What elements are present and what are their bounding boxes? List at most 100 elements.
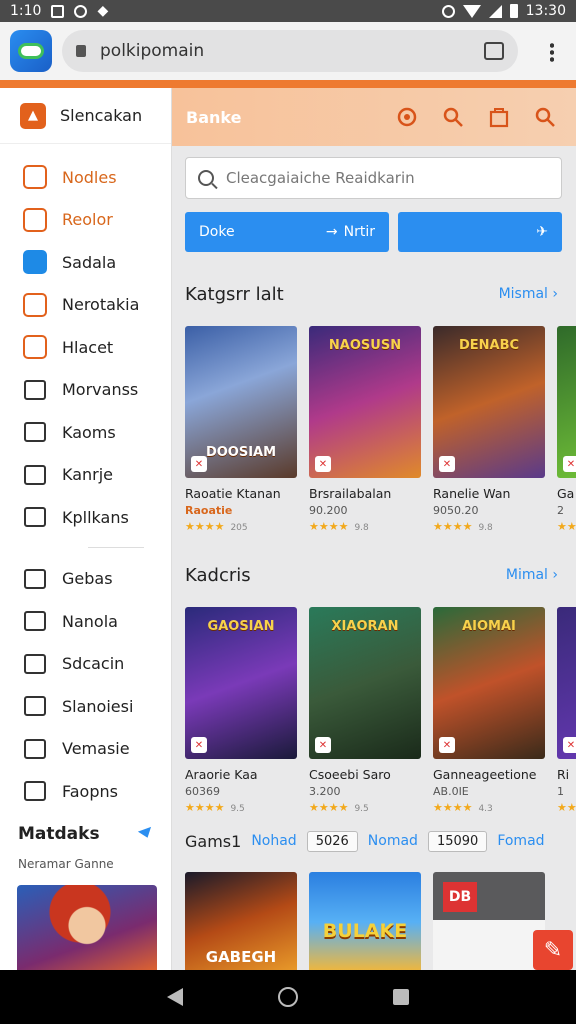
sidebar: ▲ Slencakan Nodles Reolor Sadala Nerotakia H… — [0, 88, 172, 970]
url-bar[interactable]: polkipomain — [62, 30, 518, 72]
sidebar-item-2[interactable]: Nanola — [0, 600, 171, 643]
see-more-link[interactable]: Mimal › — [506, 567, 558, 583]
sidebar-item-3[interactable]: Sdcacin — [0, 643, 171, 686]
home-icon[interactable] — [277, 987, 298, 1007]
game-card[interactable]: GAOSIAN ✕ Araorie Kaa 60369 ★★★★ 9.5 — [185, 607, 297, 814]
sidebar-item-9[interactable]: Kpllkans — [0, 496, 171, 539]
primary-action-button[interactable]: Doke → Nrtir — [185, 212, 389, 252]
publisher-badge-icon: ✕ — [563, 737, 576, 753]
filter-link-1[interactable]: Nohad — [251, 833, 296, 849]
tab-switcher-icon[interactable] — [484, 42, 504, 60]
game-thumbnail[interactable]: DENABC ✕ — [433, 326, 545, 478]
clock-left: 1:10 — [10, 3, 42, 19]
sidebar-item-7[interactable]: Kaoms — [0, 411, 171, 454]
tag-icon — [22, 207, 48, 233]
game-title: Ri — [557, 767, 570, 782]
publisher-badge-icon: ✕ — [439, 737, 455, 753]
count-box-2[interactable]: 15090 — [427, 830, 488, 852]
game-card[interactable]: XIAORAN ✕ Csoeebi Saro 3.200 ★★★★ 9.5 — [309, 607, 421, 814]
chart-icon — [22, 292, 48, 318]
game-thumbnail[interactable]: NAOSUSN ✕ — [309, 326, 421, 478]
sync-icon — [74, 4, 88, 18]
sidebar-header[interactable]: ▲ Slencakan — [0, 88, 171, 144]
refresh-icon[interactable] — [396, 106, 418, 128]
game-meta: AB.0IE — [433, 785, 469, 798]
section-featured: Katgsrr lalt Mismal › DOOSIAM ✕ Raoatie Kt… — [185, 280, 576, 566]
game-card[interactable]: DENABC ✕ Ranelie Wan 9050.20 ★★★★ 9.8 — [433, 326, 545, 533]
game-logo: DB — [443, 882, 477, 912]
sidebar-item-4[interactable]: Nerotakia — [0, 284, 171, 327]
game-card[interactable]: DOOSIAM ✕ Raoatie Ktanan Raoatie ★★★★ 205 — [185, 326, 297, 533]
filter-link-3[interactable]: Fomad — [497, 833, 544, 849]
rating-count: 9.5 — [230, 804, 245, 814]
game-card[interactable]: ✕ Ga 2 ★★ — [557, 326, 576, 533]
rating-stars: ★★ — [557, 520, 576, 533]
sidebar-item-1[interactable]: Gebas — [0, 558, 171, 601]
search-icon[interactable] — [442, 106, 464, 128]
game-logo: AIOMAI — [462, 619, 516, 634]
game-title: Ranelie Wan — [433, 486, 511, 501]
sidebar-section-header[interactable]: Matdaks — [0, 817, 171, 851]
game-thumbnail[interactable]: ✕ — [557, 326, 576, 478]
game-card[interactable]: ✕ Ri 1 ★★ — [557, 607, 576, 814]
floating-action-icon[interactable]: ✎ — [533, 930, 573, 970]
shopping-bag-icon[interactable] — [488, 106, 510, 128]
rating-stars: ★★★★ 9.8 — [309, 520, 369, 533]
send-icon[interactable] — [137, 826, 155, 841]
game-meta: 1 — [557, 785, 564, 798]
sidebar-item-4[interactable]: Slanoiesi — [0, 685, 171, 728]
game-thumbnail[interactable]: XIAORAN ✕ — [309, 607, 421, 759]
search-input[interactable]: Cleacgaiaiche Reaidkarin — [185, 157, 562, 199]
clock-right: 13:30 — [525, 3, 566, 19]
signal-icon — [488, 4, 502, 18]
url-text: polkipomain — [100, 41, 205, 61]
sidebar-item-6[interactable]: Morvanss — [0, 369, 171, 412]
main-header-title: Banke — [186, 107, 242, 127]
sidebar-item-2[interactable]: Reolor — [0, 199, 171, 242]
sidebar-item-5[interactable]: Vemasie — [0, 728, 171, 771]
rating-stars: ★★ — [557, 801, 576, 814]
sidebar-item-label: Kanrje — [62, 465, 114, 485]
game-thumbnail[interactable]: BULAKE — [309, 872, 421, 972]
game-logo: XIAORAN — [331, 619, 399, 634]
sidebar-section-title: Matdaks — [18, 823, 100, 844]
primary-action-label: Doke — [199, 224, 235, 240]
game-meta: 60369 — [185, 785, 220, 798]
app-logo-icon[interactable] — [10, 30, 52, 72]
game-thumbnail[interactable]: DB — [433, 872, 545, 972]
game-meta: 3.200 — [309, 785, 341, 798]
see-more-link[interactable]: Mismal › — [499, 286, 558, 302]
plane-icon: ✈ — [536, 224, 548, 240]
more-options-icon[interactable] — [550, 42, 554, 62]
game-meta: Raoatie — [185, 504, 233, 517]
search-alt-icon[interactable] — [534, 106, 556, 128]
sidebar-item-label: Sdcacin — [62, 654, 125, 674]
game-thumbnail[interactable]: GABEGH — [185, 872, 297, 972]
game-thumbnail[interactable]: DOOSIAM ✕ — [185, 326, 297, 478]
sidebar-item-3[interactable]: Sadala — [0, 241, 171, 284]
filter-link-2[interactable]: Nomad — [368, 833, 418, 849]
arrow-right-icon: → — [325, 224, 338, 240]
sidebar-item-1[interactable]: Nodles — [0, 156, 171, 199]
game-card[interactable]: NAOSUSN ✕ Brsrailabalan 90.200 ★★★★ 9.8 — [309, 326, 421, 533]
game-thumbnail[interactable]: GAOSIAN ✕ — [185, 607, 297, 759]
compass-icon — [22, 249, 48, 275]
sidebar-divider — [88, 546, 144, 548]
game-thumbnail[interactable]: ✕ — [557, 607, 576, 759]
game-thumbnail[interactable]: AIOMAI ✕ — [433, 607, 545, 759]
sidebar-item-5[interactable]: Hlacet — [0, 326, 171, 369]
recent-apps-icon[interactable] — [392, 989, 409, 1005]
wifi-icon — [462, 4, 481, 18]
back-icon[interactable] — [167, 988, 184, 1006]
system-nav-bar — [0, 970, 576, 1024]
game-card[interactable]: AIOMAI ✕ Ganneageetione AB.0IE ★★★★ 4.3 — [433, 607, 545, 814]
sidebar-item-label: Vemasie — [62, 739, 130, 759]
game-title: Csoeebi Saro — [309, 767, 391, 782]
sidebar-item-6[interactable]: Faopns — [0, 770, 171, 813]
sidebar-item-label: Slanoiesi — [62, 696, 134, 716]
secondary-action-button[interactable]: ✈ — [398, 212, 562, 252]
count-box-1[interactable]: 5026 — [306, 830, 358, 852]
featured-game-art[interactable] — [17, 885, 157, 975]
sidebar-item-8[interactable]: Kanrje — [0, 454, 171, 497]
game-title: Araorie Kaa — [185, 767, 258, 782]
